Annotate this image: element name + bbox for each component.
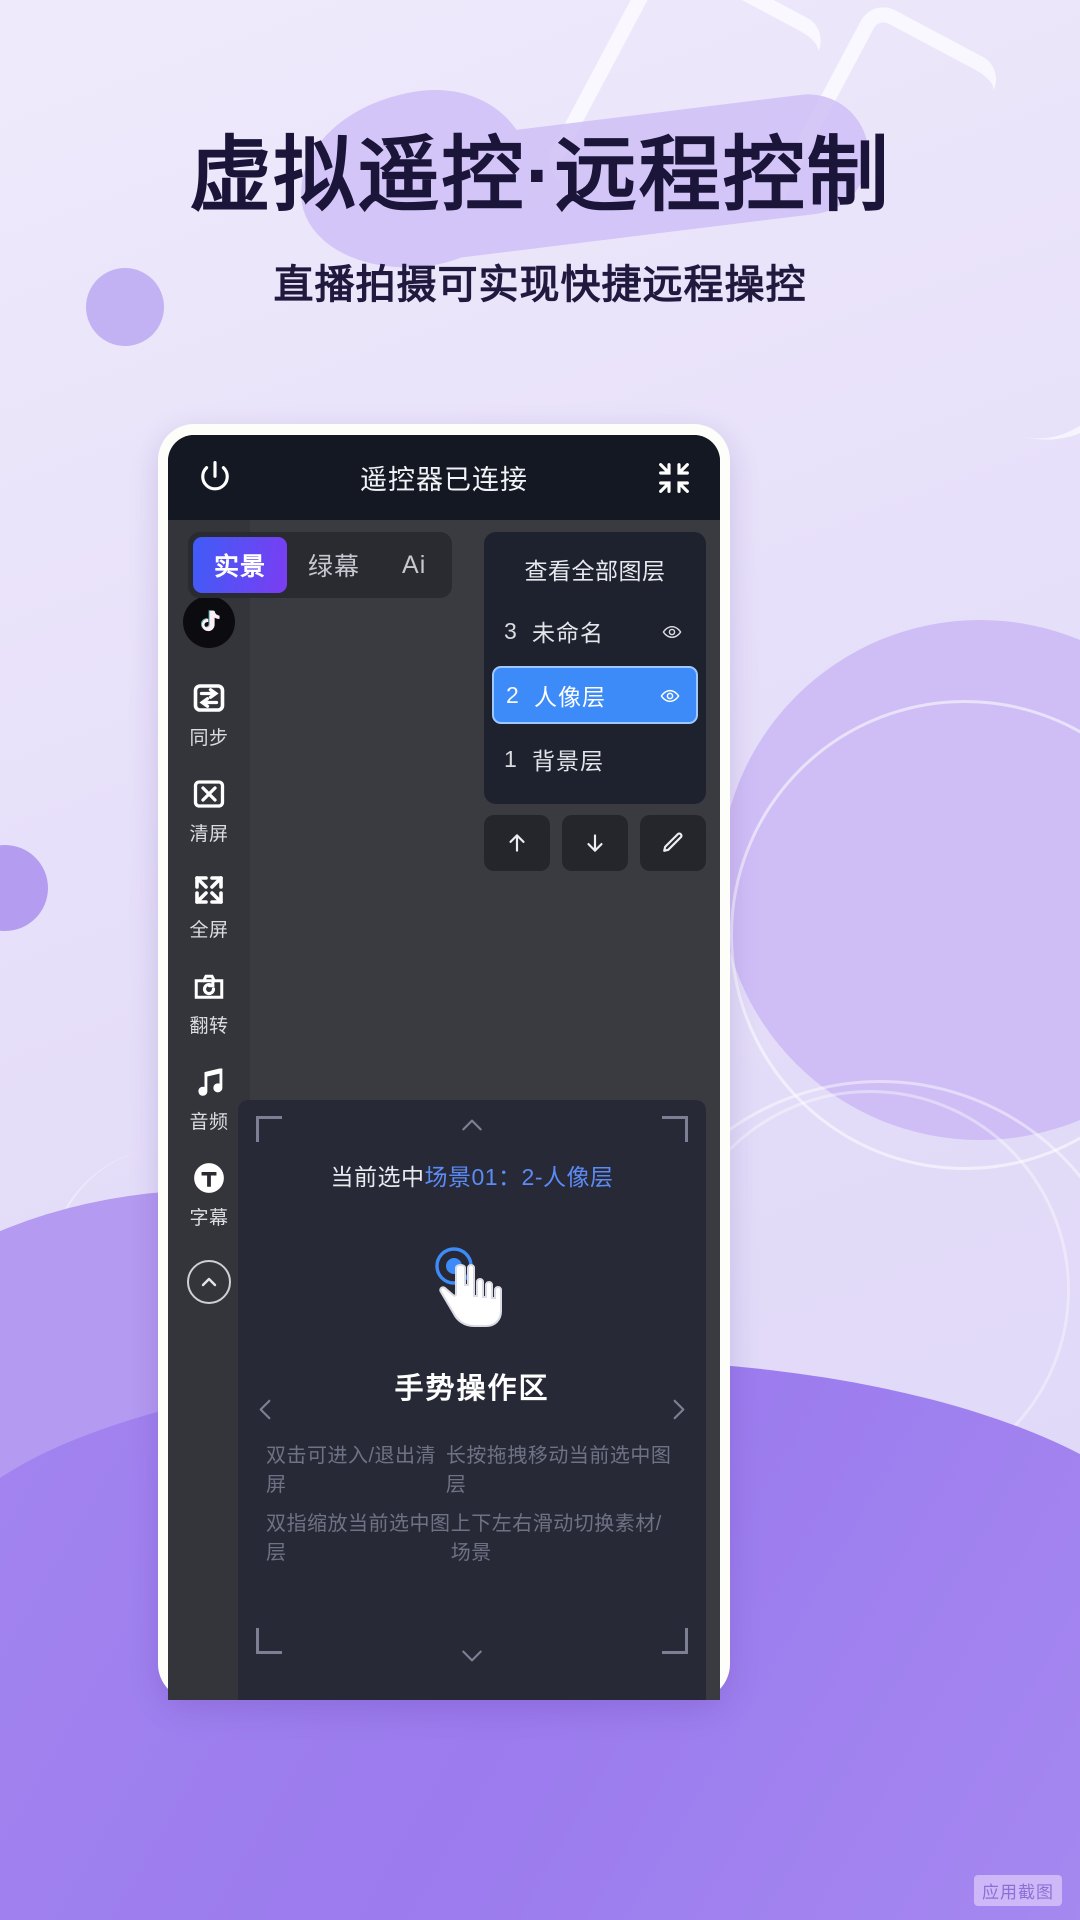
bg-dot-b	[0, 845, 48, 931]
sidebar-item-sync[interactable]: 同步	[168, 678, 250, 750]
gesture-pad[interactable]: 当前选中场景01：2-人像层 手势操作区 双击可进入/退出清屏 长按拖拽移动当前…	[238, 1100, 706, 1700]
watermark: 应用截图	[974, 1875, 1062, 1906]
text-subtitle-icon	[189, 1158, 229, 1198]
mode-tabs: 实景 绿幕 Ai	[188, 532, 453, 598]
power-icon[interactable]	[194, 457, 236, 499]
list-item: 双击可进入/退出清屏 长按拖拽移动当前选中图层	[256, 1439, 688, 1497]
corner-marker-tl	[256, 1116, 282, 1142]
sidebar-label-clear-screen: 清屏	[189, 824, 229, 845]
clear-screen-icon	[189, 774, 229, 814]
layer-name: 背景层	[532, 748, 604, 774]
page-subtitle: 直播拍摄可实现快捷远程操控	[273, 263, 807, 307]
table-row[interactable]: 1 背景层	[492, 730, 698, 788]
layer-index: 2	[506, 681, 519, 708]
gesture-hints: 双击可进入/退出清屏 长按拖拽移动当前选中图层 双指缩放当前选中图层 上下左右滑…	[256, 1439, 688, 1565]
sidebar-item-fullscreen[interactable]: 全屏	[168, 870, 250, 942]
corner-marker-tr	[662, 1116, 688, 1142]
tap-hand-illustration	[256, 1238, 688, 1343]
sidebar-label-subtitle: 字幕	[189, 1208, 229, 1229]
sync-icon	[189, 678, 229, 718]
chevron-left-icon	[252, 1390, 278, 1435]
corner-marker-bl	[256, 1628, 282, 1654]
layer-name: 未命名	[532, 620, 604, 646]
chevron-up-icon	[452, 1112, 492, 1143]
rail-collapse-button[interactable]	[187, 1260, 231, 1304]
layer-index: 1	[504, 745, 517, 772]
flip-camera-icon	[189, 966, 229, 1006]
arrow-down-icon	[587, 834, 603, 852]
sidebar-label-audio: 音频	[189, 1112, 229, 1133]
fullscreen-icon	[189, 870, 229, 910]
app-body: 同步 清屏 全屏 翻转 音频 字幕 实景 绿幕 Ai 查看全部图层 3 未命名 …	[168, 520, 720, 1700]
layer-panel-title[interactable]: 查看全部图层	[484, 538, 706, 602]
phone-mockup: 遥控器已连接 同步 清屏 全屏 翻转 音频 字幕 实景 绿幕 Ai 查看全部图层…	[158, 424, 730, 1700]
chevron-down-icon	[452, 1643, 492, 1674]
layer-panel: 查看全部图层 3 未命名 2 人像层 1 背景层	[484, 532, 706, 804]
tab-live-scene[interactable]: 实景	[193, 537, 288, 593]
app-title: 遥控器已连接	[360, 465, 528, 495]
current-selection-text: 当前选中场景01：2-人像层	[256, 1158, 688, 1192]
sidebar-item-flip[interactable]: 翻转	[168, 966, 250, 1038]
hand-tap-icon	[435, 1247, 502, 1327]
tab-ai[interactable]: Ai	[381, 541, 447, 590]
edit-layer-button[interactable]	[640, 815, 706, 871]
eye-icon-hidden[interactable]	[658, 749, 686, 769]
app-screen: 遥控器已连接 同步 清屏 全屏 翻转 音频 字幕 实景 绿幕 Ai 查看全部图层…	[168, 435, 720, 1700]
selection-prefix: 当前选中	[330, 1164, 425, 1190]
selection-value: 场景01：2-人像层	[424, 1164, 614, 1190]
pencil-icon	[663, 832, 683, 852]
eye-icon[interactable]	[658, 621, 686, 641]
tiktok-icon[interactable]	[183, 596, 235, 648]
chevron-right-icon	[666, 1390, 692, 1435]
hint-left-1: 双击可进入/退出清屏	[266, 1445, 437, 1496]
tab-green-screen[interactable]: 绿幕	[287, 537, 381, 593]
layer-index: 3	[504, 617, 517, 644]
sidebar-item-clear-screen[interactable]: 清屏	[168, 774, 250, 846]
layer-action-bar	[484, 815, 706, 871]
arrow-up-icon	[509, 834, 525, 852]
gesture-area-title: 手势操作区	[394, 1373, 550, 1405]
hint-right-2: 上下左右滑动切换素材/场景	[450, 1513, 662, 1564]
music-note-icon	[189, 1062, 229, 1102]
chevron-up-icon	[201, 1277, 217, 1287]
sidebar-label-sync: 同步	[189, 728, 229, 749]
app-header: 遥控器已连接	[168, 435, 720, 520]
sidebar-label-fullscreen: 全屏	[189, 920, 229, 941]
layer-name: 人像层	[534, 684, 606, 710]
list-item: 双指缩放当前选中图层 上下左右滑动切换素材/场景	[256, 1507, 688, 1565]
collapse-icon[interactable]	[654, 458, 694, 498]
hint-right-1: 长按拖拽移动当前选中图层	[445, 1445, 672, 1496]
table-row[interactable]: 3 未命名	[492, 602, 698, 660]
sidebar-label-flip: 翻转	[189, 1016, 229, 1037]
corner-marker-br	[662, 1628, 688, 1654]
eye-icon[interactable]	[656, 685, 684, 705]
page-title: 虚拟遥控·远程控制	[189, 130, 891, 221]
hint-left-2: 双指缩放当前选中图层	[266, 1513, 451, 1564]
table-row[interactable]: 2 人像层	[492, 666, 698, 724]
move-layer-down-button[interactable]	[562, 815, 628, 871]
move-layer-up-button[interactable]	[484, 815, 550, 871]
